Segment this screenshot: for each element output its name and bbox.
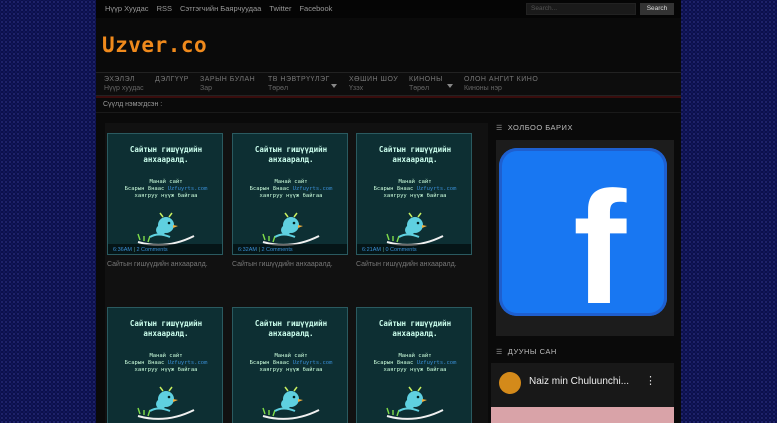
top-links: Нүүр Хуудас RSS Сэтгэгчийн Баярчуудаа Tw… bbox=[105, 4, 332, 13]
thumb-body: Манай сайт Бсарын 8наас Uzfuyrts.com хаягр… bbox=[124, 179, 208, 199]
divider bbox=[96, 112, 681, 113]
nav-item-series[interactable]: ОЛОН АНГИТ КИНО Киноны нэр bbox=[464, 76, 538, 92]
more-options-icon[interactable]: ⋮ bbox=[645, 374, 656, 387]
post-meta: 6:21AM | 0 Comments bbox=[357, 244, 471, 254]
bird-icon bbox=[386, 212, 444, 246]
thumb-title: Сайтын гишүүдийн анхааралд. bbox=[378, 319, 452, 338]
thumb-title: Сайтын гишүүдийн анхааралд. bbox=[254, 319, 328, 338]
nav-item-start[interactable]: ЭХЭЛЭЛ Нүүр хуудас bbox=[104, 76, 144, 92]
nav-label: ДЭЛГҮҮР bbox=[155, 76, 189, 83]
main-nav: ЭХЭЛЭЛ Нүүр хуудас ДЭЛГҮҮР ЗАРЫН БУЛАН З… bbox=[96, 72, 681, 96]
comments-link: 2 Comments bbox=[261, 247, 293, 253]
nav-item-shop[interactable]: ДЭЛГҮҮР bbox=[155, 76, 189, 85]
post-thumbnail[interactable]: Сайтын гишүүдийн анхааралд. Манай сайт Бсар… bbox=[107, 133, 223, 255]
comments-link: 0 Comments bbox=[385, 247, 417, 253]
top-link-home[interactable]: Нүүр Хуудас bbox=[105, 4, 149, 13]
avatar bbox=[499, 372, 521, 394]
music-widget-heading: ☰ ДУУНЫ САН bbox=[496, 347, 557, 356]
nav-label: ТВ НЭВТРҮҮЛЭГ bbox=[268, 76, 330, 83]
facebook-panel: f bbox=[496, 140, 674, 336]
top-bar: Нүүр Хуудас RSS Сэтгэгчийн Баярчуудаа Tw… bbox=[96, 0, 681, 18]
thumb-body: Манай сайт Бсарын 8наас Uzfuyrts.com хаягр… bbox=[373, 353, 457, 373]
nav-item-show[interactable]: ХӨШИН ШОУ Үзэх bbox=[349, 76, 398, 92]
page-wrapper: Нүүр Хуудас RSS Сэтгэгчийн Баярчуудаа Tw… bbox=[96, 0, 681, 423]
post-thumbnail[interactable]: Сайтын гишүүдийн анхааралд. Манай сайт Бсар… bbox=[356, 133, 472, 255]
thumb-title: Сайтын гишүүдийн анхааралд. bbox=[129, 145, 203, 164]
music-heading-text: ДУУНЫ САН bbox=[507, 347, 557, 356]
site-logo[interactable]: Uzver.co bbox=[102, 33, 207, 57]
nav-sublabel: Үзэх bbox=[349, 85, 364, 92]
nav-sublabel: Төрөл bbox=[268, 85, 289, 92]
bird-icon bbox=[386, 386, 444, 420]
thumb-body: Манай сайт Бсарын 8наас Uzfuyrts.com хаягр… bbox=[124, 353, 208, 373]
post-card[interactable]: Сайтын гишүүдийн анхааралд. Манай сайт Бсар… bbox=[107, 307, 223, 423]
nav-item-movies[interactable]: КИНОНЫ Төрөл bbox=[409, 76, 453, 92]
nav-label: ЗАРЫН БУЛАН bbox=[200, 76, 256, 83]
post-time: 6:21AM bbox=[362, 247, 381, 253]
top-link-twitter[interactable]: Twitter bbox=[269, 4, 291, 13]
list-icon: ☰ bbox=[496, 124, 503, 132]
bird-icon bbox=[137, 212, 195, 246]
post-card[interactable]: Сайтын гишүүдийн анхааралд. Манай сайт Бсар… bbox=[356, 133, 472, 268]
nav-label: КИНОНЫ bbox=[409, 76, 443, 83]
video-title[interactable]: Naiz min Chuluunchi... bbox=[529, 376, 629, 387]
facebook-icon[interactable]: f bbox=[499, 148, 667, 316]
nav-sublabel: Киноны нэр bbox=[464, 85, 502, 92]
bird-icon bbox=[137, 386, 195, 420]
post-title[interactable]: Сайтын гишүүдийн анхааралд. bbox=[232, 261, 348, 268]
search-input[interactable]: Search... bbox=[526, 3, 636, 15]
post-title[interactable]: Сайтын гишүүдийн анхааралд. bbox=[107, 261, 223, 268]
post-time: 6:32AM bbox=[238, 247, 257, 253]
post-card[interactable]: Сайтын гишүүдийн анхааралд. Манай сайт Бсар… bbox=[232, 133, 348, 268]
post-title[interactable]: Сайтын гишүүдийн анхааралд. bbox=[356, 261, 472, 268]
post-grid: Сайтын гишүүдийн анхааралд. Манай сайт Бсар… bbox=[105, 123, 488, 423]
post-card[interactable]: Сайтын гишүүдийн анхааралд. Манай сайт Бсар… bbox=[356, 307, 472, 423]
nav-label: ОЛОН АНГИТ КИНО bbox=[464, 76, 539, 83]
list-icon: ☰ bbox=[496, 348, 503, 356]
bird-icon bbox=[262, 386, 320, 420]
post-card[interactable]: Сайтын гишүүдийн анхааралд. Манай сайт Бсар… bbox=[232, 307, 348, 423]
nav-sublabel: Зар bbox=[200, 85, 213, 92]
thumb-title: Сайтын гишүүдийн анхааралд. bbox=[378, 145, 452, 164]
video-embed[interactable]: Naiz min Chuluunchi... ⋮ bbox=[491, 363, 674, 423]
nav-label: ХӨШИН ШОУ bbox=[349, 76, 399, 83]
post-meta: 6:32AM | 2 Comments bbox=[233, 244, 347, 254]
contact-heading-text: ХОЛБОО БАРИХ bbox=[507, 123, 573, 132]
top-link-fans[interactable]: Сэтгэгчийн Баярчуудаа bbox=[180, 4, 261, 13]
thumb-title: Сайтын гишүүдийн анхааралд. bbox=[254, 145, 328, 164]
nav-item-ads[interactable]: ЗАРЫН БУЛАН Зар bbox=[200, 76, 255, 92]
nav-label: ЭХЭЛЭЛ bbox=[104, 76, 136, 83]
chevron-down-icon bbox=[447, 84, 453, 88]
thumb-body: Манай сайт Бсарын 8наас Uzfuyrts.com хаягр… bbox=[249, 179, 333, 199]
post-thumbnail[interactable]: Сайтын гишүүдийн анхааралд. Манай сайт Бсар… bbox=[356, 307, 472, 423]
thumb-title: Сайтын гишүүдийн анхааралд. bbox=[129, 319, 203, 338]
nav-divider bbox=[96, 96, 681, 98]
thumb-body: Манай сайт Бсарын 8наас Uzfuyrts.com хаягр… bbox=[249, 353, 333, 373]
top-link-rss[interactable]: RSS bbox=[157, 4, 172, 13]
nav-item-tv[interactable]: ТВ НЭВТРҮҮЛЭГ Төрөл bbox=[268, 76, 338, 92]
thumb-body: Манай сайт Бсарын 8наас Uzfuyrts.com хаягр… bbox=[373, 179, 457, 199]
sidebar: ☰ ХОЛБОО БАРИХ f ☰ ДУУНЫ САН Naiz min Ch… bbox=[491, 123, 674, 423]
contact-widget-heading: ☰ ХОЛБОО БАРИХ bbox=[496, 123, 674, 132]
video-thumbnail bbox=[491, 407, 674, 423]
recent-label: Сүүлд нэмэгдсэн : bbox=[103, 101, 163, 108]
post-time: 6:36AM bbox=[113, 247, 132, 253]
post-meta: 6:36AM | 2 Comments bbox=[108, 244, 222, 254]
post-thumbnail[interactable]: Сайтын гишүүдийн анхааралд. Манай сайт Бсар… bbox=[107, 307, 223, 423]
post-card[interactable]: Сайтын гишүүдийн анхааралд. Манай сайт Бсар… bbox=[107, 133, 223, 268]
post-thumbnail[interactable]: Сайтын гишүүдийн анхааралд. Манай сайт Бсар… bbox=[232, 133, 348, 255]
bird-icon bbox=[262, 212, 320, 246]
chevron-down-icon bbox=[331, 84, 337, 88]
comments-link: 2 Comments bbox=[136, 247, 168, 253]
post-thumbnail[interactable]: Сайтын гишүүдийн анхааралд. Манай сайт Бсар… bbox=[232, 307, 348, 423]
search-button[interactable]: Search bbox=[640, 3, 674, 15]
nav-sublabel: Нүүр хуудас bbox=[104, 85, 144, 92]
top-link-facebook[interactable]: Facebook bbox=[299, 4, 332, 13]
facebook-letter: f bbox=[573, 158, 627, 317]
